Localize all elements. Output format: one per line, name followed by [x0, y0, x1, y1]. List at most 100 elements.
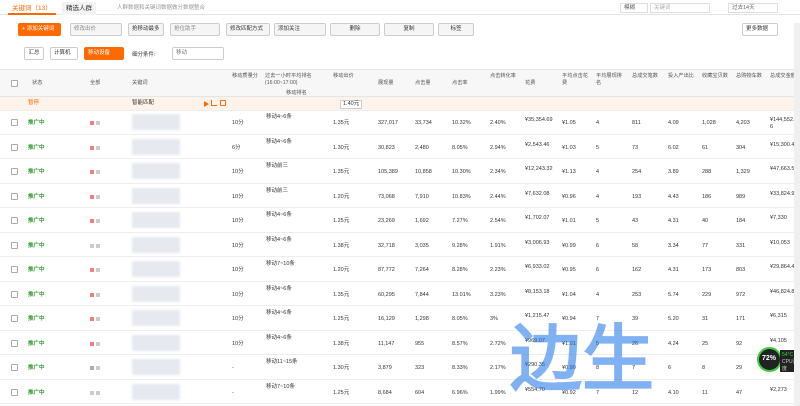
row-status: 推广中 — [28, 169, 45, 175]
header-mobile-score[interactable]: 移动质量分 — [232, 73, 262, 80]
tag-button[interactable]: 标签 — [438, 23, 474, 36]
modify-match-button[interactable]: 修改匹配方式 — [226, 23, 270, 36]
add-keyword-button[interactable]: + 添加关键词 — [18, 23, 61, 36]
header-roi[interactable]: 投入产出比 — [668, 73, 700, 80]
row-mobile-bid[interactable]: 1.35元 — [333, 292, 349, 299]
computer-button[interactable]: 计算机 — [50, 47, 78, 60]
row-roi: 5.74 — [668, 291, 679, 298]
row-cost: ¥6,933.02 — [525, 264, 550, 270]
header-clicks[interactable]: 点击量 — [415, 80, 431, 87]
row-checkbox[interactable] — [11, 339, 18, 347]
mobile-device-button[interactable]: 移动设备 — [84, 47, 124, 60]
table-row[interactable]: 推广中 10分 移动4~6条 1.38元 32,718 3,035 9.28% 1.91% ¥3… — [0, 233, 800, 257]
header-avg-pos[interactable]: 平均展现排名 — [596, 73, 626, 87]
row-checkbox[interactable] — [11, 143, 18, 151]
color-tag-icon — [90, 194, 94, 199]
select-all-checkbox[interactable] — [11, 80, 18, 87]
table-row[interactable]: 推广中 10分 移动4~6条 1.38元 11,147 955 8.57% 2.72% ¥969… — [0, 331, 800, 355]
price-assist-button[interactable]: 抢位助手 — [170, 23, 220, 36]
row-clicks: 604 — [415, 389, 425, 396]
row-checkbox[interactable] — [11, 315, 18, 322]
more-data-button[interactable]: 更多数据 — [742, 23, 778, 36]
row-ctr: 8.05% — [452, 316, 468, 322]
header-mobile-bid[interactable]: 移动出价 — [333, 73, 363, 80]
row-impressions: 11,147 — [378, 340, 395, 347]
row-clicks: 955 — [415, 340, 425, 347]
edit-icon[interactable] — [220, 100, 226, 106]
row-checkbox[interactable] — [11, 241, 18, 249]
row-checkbox[interactable] — [11, 217, 18, 224]
row-checkbox[interactable] — [11, 119, 18, 126]
row-ctr: 9.28% — [452, 242, 468, 249]
row-ctr: 8.33% — [452, 365, 468, 371]
header-impressions[interactable]: 展现量 — [378, 80, 394, 87]
copy-button[interactable]: 复制 — [384, 23, 434, 36]
row-mobile-bid[interactable]: 1.25元 — [333, 390, 349, 397]
tab-crowd[interactable]: 精选人群 — [62, 2, 96, 15]
match-select[interactable]: 模糊 — [620, 3, 648, 13]
row-mobile-score: - — [232, 365, 234, 371]
row-mobile-bid[interactable]: 1.20元 — [333, 267, 349, 274]
table-row[interactable]: 推广中 - 移动7~10条 1.25元 8,684 604 6.96% 1.99% ¥554.7… — [0, 380, 800, 404]
table-row[interactable]: 推广中 10分 移动4~6条 1.25元 16,129 1,298 8.05% 3% ¥1,21… — [0, 307, 800, 331]
table-row[interactable]: 推广中 10分 移动4~6条 1.35元 60,295 7,844 13.01% 3.23% ¥… — [0, 282, 800, 306]
row-mobile-bid[interactable]: 1.38元 — [333, 341, 349, 348]
header-cpc[interactable]: 平均点击花费 — [562, 73, 592, 87]
header-deals[interactable]: 总成交笔数 — [632, 73, 666, 80]
table-row[interactable]: 推广中 10分 移动4~6条 1.35元 327,017 33,734 10.32% 2.40… — [0, 111, 800, 135]
row-checkbox[interactable] — [11, 168, 18, 175]
table-row[interactable]: 推广中 10分 移动前三 1.35元 105,389 10,858 10.30% 2.34% ¥… — [0, 160, 800, 184]
row-checkbox[interactable] — [11, 266, 18, 273]
row-deals: 73 — [632, 144, 639, 151]
scrollbar[interactable] — [794, 23, 800, 406]
header-ctr[interactable]: 点击率 — [452, 80, 468, 87]
modify-bid-button[interactable]: 修改出价 — [70, 23, 122, 36]
row-mobile-bid[interactable]: 1.30元 — [333, 145, 349, 152]
row-clicks: 1,298 — [415, 316, 429, 322]
summary-button[interactable]: 汇总 — [24, 47, 44, 60]
row-mobile-bid[interactable]: 1.35元 — [333, 169, 349, 176]
table-row[interactable]: 推广中 6分 移动4~6条 1.30元 30,823 2,480 8.05% 2.94% ¥2,… — [0, 135, 800, 159]
date-range-select[interactable]: 过去14天 — [728, 3, 778, 13]
keyword-search-input[interactable]: 关键词 — [650, 3, 710, 13]
row-mobile-bid[interactable]: 1.25元 — [333, 316, 349, 323]
row-deals: 162 — [632, 267, 642, 273]
filter-select[interactable]: 移动 — [172, 47, 224, 60]
color-tag-icon — [96, 194, 100, 199]
header-status[interactable]: 状态 — [32, 80, 42, 87]
play-icon[interactable] — [204, 101, 209, 107]
row-checkbox[interactable] — [11, 290, 18, 298]
watermark: 边生 — [510, 316, 655, 401]
row-mobile-bid[interactable]: 1.25元 — [333, 218, 349, 225]
row-mobile-score: 10分 — [232, 120, 244, 126]
row-cost: ¥1,702.07 — [525, 215, 550, 221]
table-row[interactable]: 推广中 10分 移动4~6条 1.25元 23,269 1,692 7.27% 2.54% ¥1… — [0, 209, 800, 233]
header-cart[interactable]: 总购物车数 — [736, 73, 768, 80]
delete-button[interactable]: 删除 — [330, 23, 380, 36]
tab-keywords[interactable]: 关键词（13） — [8, 2, 56, 15]
shift-bid-button[interactable]: 抢移动最多 — [128, 23, 164, 36]
header-cvr[interactable]: 点击转化率 — [490, 73, 520, 80]
row-mobile-bid[interactable]: 1.30元 — [333, 365, 349, 372]
row-fav: 186 — [702, 193, 712, 200]
row-checkbox[interactable] — [11, 192, 18, 200]
row-mobile-bid[interactable]: 1.38元 — [333, 243, 349, 250]
add-follow-button[interactable]: 添加关注 — [274, 23, 326, 36]
row-avg-rank: 移动7~10条 — [266, 261, 295, 267]
header-avg-rank[interactable]: 过去一小时平均排名(16:00~17:00) — [265, 73, 331, 87]
row-checkbox[interactable] — [11, 364, 18, 371]
row-checkbox[interactable] — [11, 388, 18, 396]
chart-icon[interactable] — [211, 100, 217, 106]
table-row[interactable]: 推广中 10分 移动7~10条 1.20元 87,772 7,264 8.28% 2.23% ¥… — [0, 258, 800, 282]
header-keyword[interactable]: 关键词 — [132, 80, 148, 87]
row-mobile-bid[interactable]: 1.35元 — [333, 120, 349, 127]
row-impressions: 60,295 — [378, 291, 395, 298]
row-mobile-bid[interactable]: 1.20元 — [333, 194, 349, 201]
header-cost[interactable]: 花费 — [525, 80, 535, 87]
header-fav[interactable]: 收藏宝贝数 — [702, 73, 734, 80]
table-row[interactable]: 推广中 10分 移动前三 1.20元 73,068 7,910 10.83% 2.44% ¥7,… — [0, 184, 800, 208]
smart-bid[interactable]: 1.40元 — [340, 100, 363, 109]
header-all[interactable]: 全部 — [90, 80, 100, 87]
table-row[interactable]: 推广中 - 移动11~15条 1.30元 3,879 323 8.33% 2.17% ¥290.… — [0, 356, 800, 380]
row-cpc: ¥0.95 — [562, 267, 576, 273]
